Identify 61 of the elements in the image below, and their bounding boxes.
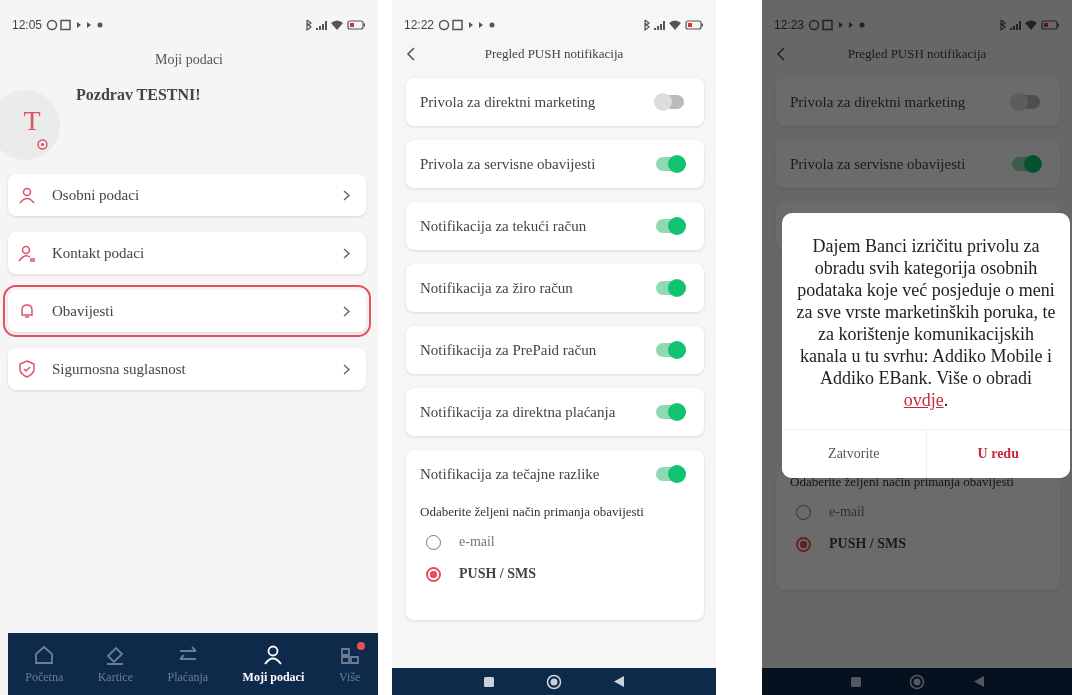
menu-item[interactable]: Sigurnosna suglasnost [8, 348, 366, 390]
status-time: 12:22 [404, 18, 435, 32]
avatar[interactable]: T [0, 90, 60, 160]
toggle-switch[interactable] [1012, 95, 1040, 109]
back-triangle-icon[interactable] [613, 675, 625, 688]
toggle-label: Notifikacija za tekući račun [420, 217, 588, 235]
delivery-prompt: Odaberite željeni način primanja obavijesti [420, 504, 645, 520]
greeting-text: Pozdrav TESTNI! [76, 86, 201, 104]
status-time: 12:23 [774, 18, 805, 32]
chevron-right-icon [343, 189, 350, 201]
toggle-switch[interactable] [656, 343, 684, 357]
nav-tab[interactable]: Moji podaci [238, 643, 309, 685]
radio-label[interactable]: PUSH / SMS [459, 566, 536, 582]
toggle-label: Privola za servisne obavijesti [420, 155, 597, 173]
system-status-icons-drawing [998, 19, 1060, 31]
screen-title: Pregled PUSH notifikacija [846, 46, 988, 62]
radio-label[interactable]: e-mail [459, 534, 495, 550]
bell-icon [18, 302, 36, 320]
confirm-button[interactable]: U redu [925, 430, 1070, 478]
menu-item[interactable]: Kontakt podaci [8, 232, 366, 274]
screen-title: Moji podaci [153, 52, 224, 68]
toggle-label: Privola za servisne obavijesti [790, 155, 967, 173]
toggle-label: Notifikacija za PrePaid račun [420, 341, 598, 359]
toggle-label: Privola za direktni marketing [790, 93, 967, 111]
system-status-icons-drawing [304, 19, 366, 31]
consent-text: Dajem Banci izričitu privolu za obradu svih kategorija osobnih podataka koje već posjeduje o meni za sve vrste marketinških poruka, te za korištenje komunikacijskih kanala u tu svrhu: Addiko Mobile i Addiko EBank. Više o obradi ovdje. [795, 235, 1057, 412]
toggle-switch[interactable] [656, 95, 684, 109]
system-status-icons-drawing [642, 19, 704, 31]
chevron-right-icon [343, 363, 350, 375]
toggle-label: Notifikacija za žiro račun [420, 279, 574, 297]
status-time: 12:05 [12, 18, 43, 32]
back-chevron-icon[interactable] [776, 47, 786, 61]
person-icon [18, 186, 36, 204]
menu-item[interactable]: Osobni podaci [8, 174, 366, 216]
details-link[interactable]: ovdje [903, 390, 944, 410]
toggle-switch[interactable] [656, 157, 684, 171]
nav-tab[interactable]: Plaćanja [163, 643, 213, 685]
toggle-switch[interactable] [1012, 157, 1040, 171]
recents-square-icon[interactable] [483, 675, 495, 688]
home-icon [33, 643, 56, 666]
home-circle-icon[interactable] [546, 673, 562, 690]
toggle-switch[interactable] [656, 467, 684, 481]
screen-title: Pregled PUSH notifikacija [483, 46, 625, 62]
nav-tab[interactable]: Kartice [93, 643, 137, 685]
nav-tab[interactable]: Početna [21, 643, 68, 685]
shield-icon [18, 360, 36, 378]
camera-icon[interactable] [37, 139, 48, 150]
back-chevron-icon[interactable] [406, 47, 416, 61]
person-icon [262, 643, 285, 666]
radio-label[interactable]: PUSH / SMS [829, 536, 906, 552]
toggle-label: Notifikacija za direktna plaćanja [420, 403, 617, 421]
contact-person-icon [18, 244, 36, 262]
toggle-switch[interactable] [656, 405, 684, 419]
radio-button[interactable] [426, 566, 441, 582]
chevron-right-icon [343, 247, 350, 259]
chevron-right-icon [343, 305, 350, 317]
toggle-switch[interactable] [656, 281, 684, 295]
toggle-label: Notifikacija za tečajne razlike [420, 465, 601, 483]
toggle-switch[interactable] [656, 219, 684, 233]
toggle-label: Privola za direktni marketing [420, 93, 597, 111]
nav-tab[interactable]: Više [334, 643, 365, 685]
